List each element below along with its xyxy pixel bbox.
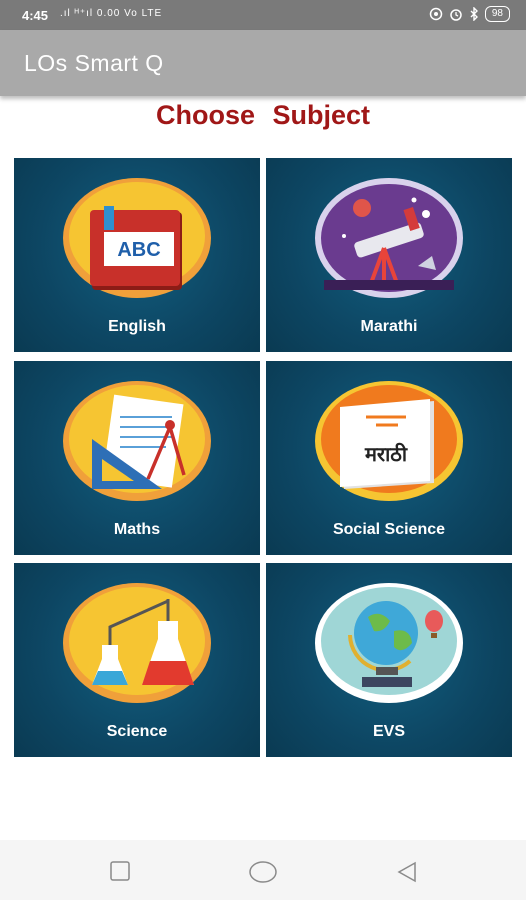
svg-text:ABC: ABC [117,239,160,261]
lab-flask-icon [63,583,211,703]
subject-label: Marathi [360,318,418,335]
sync-icon [429,7,443,21]
status-time: 4:45 [22,8,49,23]
app-bar: LOs Smart Q [0,30,526,96]
app-title: LOs Smart Q [24,50,164,76]
subject-label: EVS [372,723,405,740]
telescope-icon [315,178,463,298]
marathi-book-icon: मराठी [315,381,463,501]
book-badge-text: मराठी [364,442,408,466]
battery-indicator: 98 [484,6,510,22]
abc-book-icon: ABC [63,178,211,298]
subject-tile-marathi[interactable]: Marathi [266,158,512,352]
subject-label: Social Science [332,521,446,538]
subject-label: English [108,318,166,335]
home-icon[interactable] [248,860,278,884]
geometry-tools-icon [63,381,211,501]
system-nav-bar [0,840,526,900]
subject-tile-social-science[interactable]: मराठी Social Science [266,361,512,555]
bluetooth-icon [470,7,478,21]
subject-tile-evs[interactable]: EVS [266,563,512,757]
recent-apps-icon[interactable] [109,860,131,882]
subject-tile-english[interactable]: ABC English [14,158,260,352]
subject-label: Science [106,723,168,740]
subject-tile-science[interactable]: Science [14,563,260,757]
subject-label: Maths [113,521,161,538]
subject-tile-maths[interactable]: Maths [14,361,260,555]
alarm-icon [450,9,462,21]
status-bar: 4:45 .ıl ᴴ⁺ıl 0.00 Vo LTE 98 [0,0,526,30]
page-title: Choose Subject [155,100,371,130]
back-icon[interactable] [395,860,419,884]
globe-icon [315,583,463,703]
status-right-icons: 98 [429,6,510,22]
signal-indicators: .ıl ᴴ⁺ıl 0.00 Vo LTE [60,8,163,19]
